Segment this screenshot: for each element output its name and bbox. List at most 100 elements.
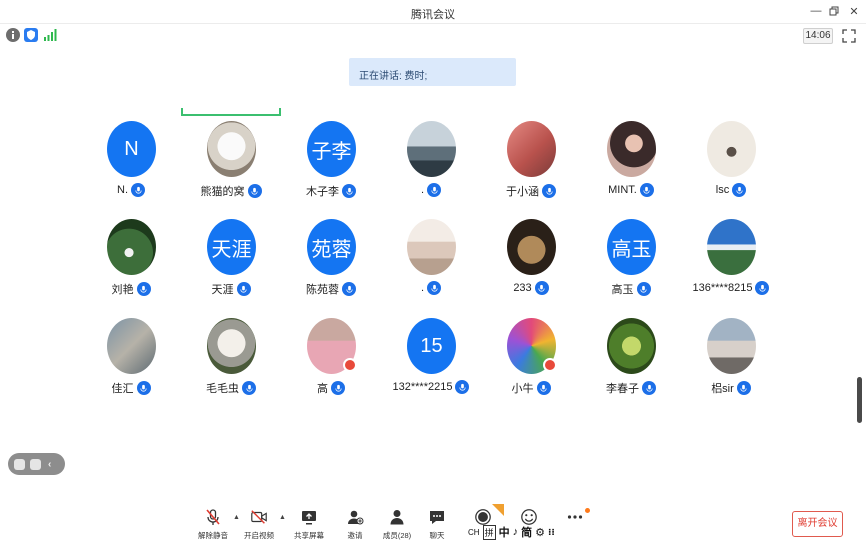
ime-mode[interactable]: 中 [499, 524, 510, 540]
mic-icon [136, 282, 151, 296]
avatar: N [107, 121, 156, 177]
avatar: 子李 [307, 121, 356, 177]
ime-lang[interactable]: CH [468, 528, 480, 537]
ime-pinyin[interactable]: 拼 [482, 524, 496, 540]
participant-tile[interactable]: 于小涵 [481, 121, 581, 213]
participant-name: 熊猫的窝 [200, 186, 245, 198]
status-row: 14:06 [0, 25, 866, 47]
participant-tile[interactable]: 15 132****2215 [381, 318, 481, 410]
invite-button[interactable]: 邀请 [332, 508, 378, 542]
avatar [707, 219, 756, 275]
bottom-toolbar: 解除静音 ▲ 开启视频 ▲ 共享屏幕 邀请 成员(28) 聊天 [0, 500, 866, 546]
participant-name-row: 陈苑蓉 [281, 281, 381, 297]
participant-tile[interactable]: 高玉 高玉 [581, 219, 681, 311]
info-icon[interactable] [6, 28, 20, 42]
mic-icon [342, 184, 356, 198]
members-icon [388, 508, 406, 526]
invite-icon [346, 508, 364, 526]
participant-name: 李春子 [606, 383, 639, 395]
ime-grid-icon[interactable]: ⁝⁝ [548, 527, 555, 538]
face-icon[interactable] [14, 458, 25, 470]
participant-tile[interactable]: 毛毛虫 [181, 318, 281, 410]
participant-tile[interactable]: N N. [81, 121, 181, 213]
close-icon[interactable]: ✕ [846, 3, 862, 19]
participant-name: 木子李 [306, 186, 339, 198]
mic-icon [536, 381, 551, 395]
signal-icon[interactable] [43, 28, 57, 42]
avatar [107, 318, 156, 374]
ime-settings-icon[interactable]: ⚙ [535, 526, 545, 539]
participant-tile[interactable]: MINT. [581, 121, 681, 213]
participant-name: 小牛 [511, 383, 534, 395]
participant-name: 136****8215 [692, 282, 753, 294]
start-video-button[interactable]: 开启视频 [236, 508, 282, 542]
leave-meeting-button[interactable]: 离开会议 [792, 511, 843, 537]
mic-icon [242, 381, 256, 395]
mic-icon [136, 381, 151, 395]
participant-tile[interactable]: 佳汇 [81, 318, 181, 410]
participant-name: 高 [317, 383, 328, 395]
participant-tile[interactable]: 苑蓉 陈苑蓉 [281, 219, 381, 311]
participant-name-row: 于小涵 [481, 183, 581, 199]
participant-tile[interactable]: lsc [681, 121, 781, 213]
participant-name-row: 233 [481, 281, 581, 295]
participant-tile[interactable]: 233 [481, 219, 581, 311]
collapse-icon[interactable]: ‹ [48, 459, 51, 470]
participant-tile[interactable]: 天涯 天涯 [181, 219, 281, 311]
participant-tile[interactable]: . [381, 121, 481, 213]
avatar-photo [407, 219, 456, 275]
participant-tile[interactable]: 梠sir [681, 318, 781, 410]
chat-icon [428, 508, 446, 526]
avatar-initials: 高玉 [611, 238, 652, 261]
participant-tile[interactable]: . [381, 219, 481, 311]
participant-tile[interactable]: 刘艳 [81, 219, 181, 311]
avatar-photo [507, 219, 556, 275]
avatar: 苑蓉 [307, 219, 356, 275]
participant-name: . [420, 184, 425, 196]
participant-tile[interactable]: 熊猫的窝 [181, 121, 281, 213]
participant-tile[interactable]: 小牛 [481, 318, 581, 410]
participant-tile[interactable]: 李春子 [581, 318, 681, 410]
avatar [107, 219, 156, 275]
avatar [707, 318, 756, 374]
participant-tile[interactable]: 136****8215 [681, 219, 781, 311]
participant-name: 刘艳 [111, 284, 134, 296]
minimize-icon[interactable]: — [808, 3, 824, 19]
avatar [707, 121, 756, 177]
ime-toolbar[interactable]: CH 拼 中 ♪ 简 ⚙ ⁝⁝ [468, 524, 586, 540]
participant-name-row: 132****2215 [381, 380, 481, 394]
fullscreen-icon[interactable] [842, 29, 856, 43]
raise-hand-badge [343, 358, 357, 372]
layout-icon[interactable] [30, 458, 41, 470]
participant-name-row: 毛毛虫 [181, 380, 281, 396]
participant-tile[interactable]: 子李 木子李 [281, 121, 381, 213]
participant-name-row: 熊猫的窝 [181, 183, 281, 199]
ime-moon-icon[interactable]: ♪ [513, 526, 519, 538]
participant-name: lsc [715, 184, 730, 196]
participant-name-row: 梠sir [681, 380, 781, 396]
participant-tile[interactable]: 高 [281, 318, 381, 410]
chat-button[interactable]: 聊天 [414, 508, 460, 542]
participant-name: 毛毛虫 [206, 383, 239, 395]
shield-icon[interactable] [24, 28, 38, 42]
title-bar: 腾讯会议 — ✕ [0, 0, 866, 24]
scrollbar[interactable] [857, 377, 862, 423]
unmute-button[interactable]: 解除静音 [190, 508, 236, 542]
participant-name-row: 高玉 [581, 281, 681, 297]
share-screen-icon [300, 508, 318, 526]
participant-name-row: . [381, 183, 481, 197]
avatar-photo [107, 219, 156, 275]
avatar-photo [407, 121, 456, 177]
avatar [207, 121, 256, 177]
restore-icon[interactable] [826, 3, 842, 19]
avatar: 天涯 [207, 219, 256, 275]
ime-simplified[interactable]: 简 [521, 524, 532, 540]
video-options-caret[interactable]: ▲ [279, 514, 286, 521]
participant-name-row: 高 [281, 380, 381, 396]
avatar [407, 121, 456, 177]
share-screen-button[interactable]: 共享屏幕 [286, 508, 332, 542]
mic-muted-icon [204, 508, 222, 526]
mic-icon [542, 184, 556, 198]
floating-toolbar[interactable]: ‹ [8, 453, 65, 475]
participant-name: MINT. [608, 184, 637, 196]
